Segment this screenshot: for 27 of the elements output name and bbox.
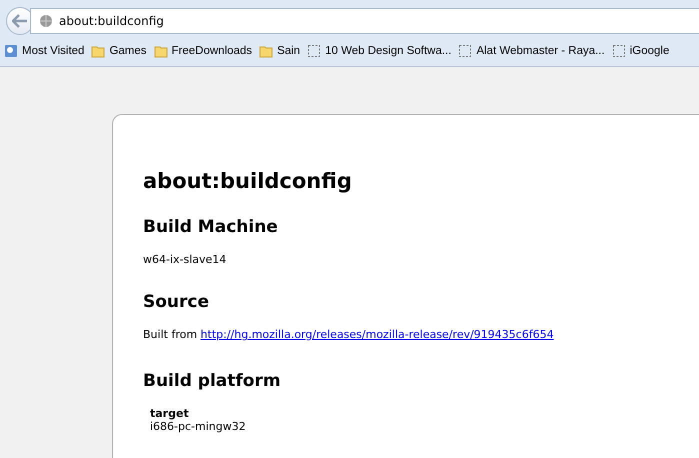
table-cell-text: i686-pc-mingw32: [150, 420, 247, 433]
page-icon: [307, 44, 322, 58]
back-arrow-icon: [12, 14, 28, 28]
bookmark-link[interactable]: Alat Webmaster - Raya...: [458, 44, 605, 58]
bookmark-link[interactable]: Sain: [259, 44, 300, 58]
machine-name: w64-ix-slave14: [143, 253, 228, 266]
section-heading: Build Machine: [143, 217, 279, 237]
bookmark-folder-icon: [4, 44, 18, 58]
bookmark-link[interactable]: Games: [91, 44, 147, 58]
folder-icon: [91, 44, 106, 58]
folder-icon: [154, 44, 168, 58]
bookmark-link[interactable]: FreeDownloads: [154, 44, 252, 58]
page-title: about:buildconfig: [143, 169, 353, 193]
bookmark-link[interactable]: Most Visited: [4, 44, 84, 58]
globe-icon: [39, 14, 53, 28]
url-text: about:buildconfig: [59, 14, 164, 28]
column-header: target: [150, 407, 190, 420]
page-icon: [458, 44, 472, 58]
source-text: Built from http://hg.mozilla.org/releases/mozilla-release/rev/919435c6f654: [143, 328, 555, 341]
page-icon: [612, 44, 626, 58]
folder-icon: [259, 44, 274, 58]
address-bar[interactable]: about:buildconfig: [30, 8, 699, 34]
bookmark-link[interactable]: iGoogle: [612, 44, 670, 58]
source-link[interactable]: http://hg.mozilla.org/releases/mozilla-release/rev/919435c6f654: [200, 328, 554, 341]
section-heading: Build platform: [143, 371, 282, 391]
bookmark-link[interactable]: 10 Web Design Softwa...: [307, 44, 452, 58]
section-heading: Source: [143, 292, 210, 312]
